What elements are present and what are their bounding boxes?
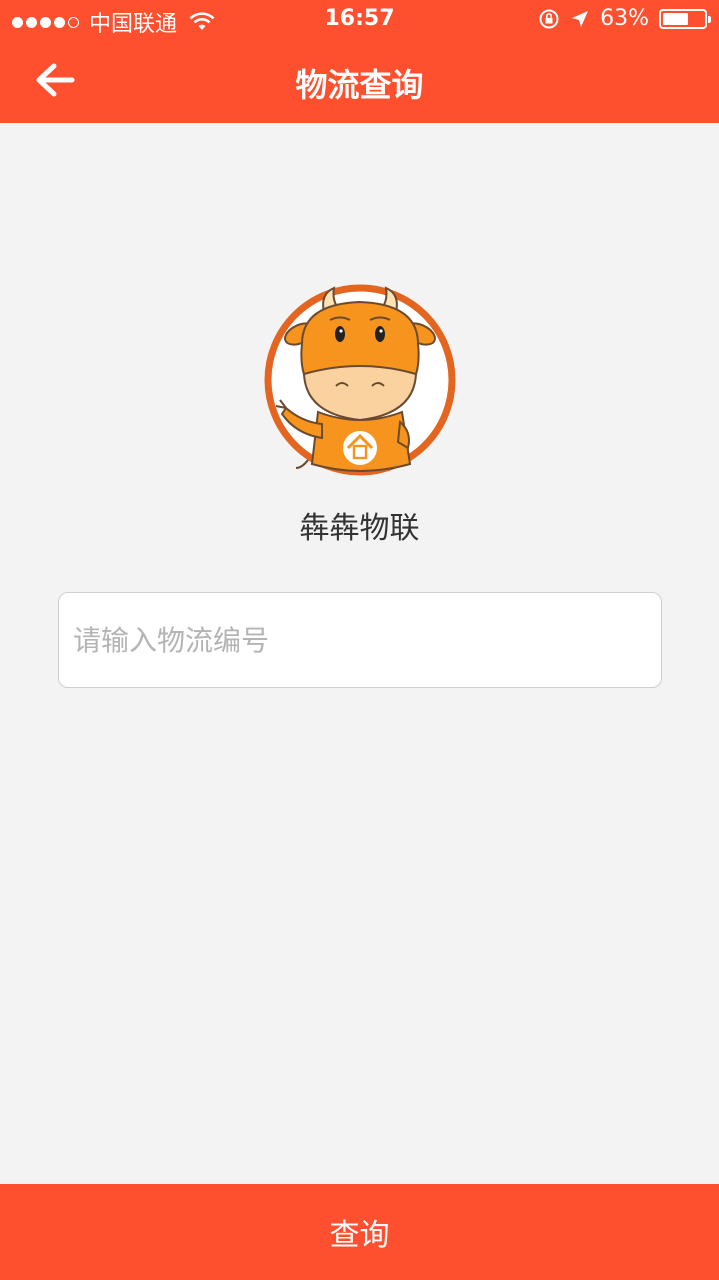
navigation-bar: 物流查询	[0, 40, 719, 123]
battery-percent: 63%	[600, 6, 649, 31]
status-bar: 中国联通 16:57 63%	[0, 0, 719, 40]
header: 中国联通 16:57 63% 物流查询	[0, 0, 719, 123]
orientation-lock-icon	[539, 9, 559, 28]
battery-fill	[663, 12, 689, 25]
battery-icon	[659, 8, 711, 29]
page-title: 物流查询	[295, 66, 424, 104]
tracking-number-input[interactable]	[58, 592, 662, 688]
query-button[interactable]: 查询	[0, 1184, 719, 1280]
location-arrow-icon	[572, 10, 589, 27]
brand-name: 犇犇物联	[299, 511, 420, 546]
cow-mascot-logo	[264, 284, 456, 476]
